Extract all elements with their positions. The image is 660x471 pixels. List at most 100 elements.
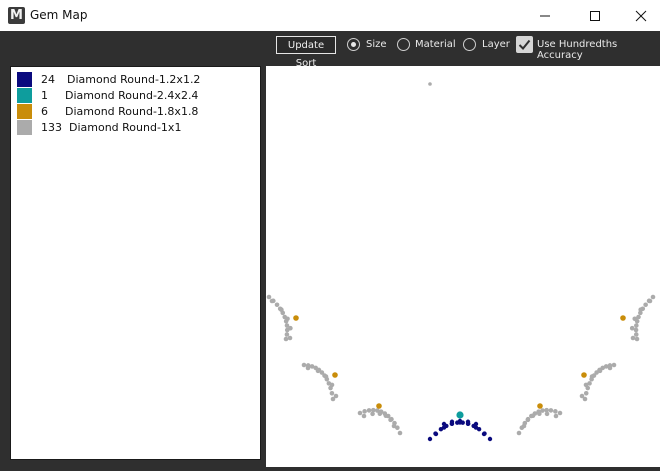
close-icon (635, 10, 647, 22)
layer-label: Layer (482, 39, 510, 50)
gem-small[interactable] (370, 411, 375, 417)
gem-small[interactable] (287, 335, 293, 341)
size-radio[interactable] (347, 38, 360, 51)
gem-medium[interactable] (620, 315, 626, 321)
gem-small[interactable] (611, 362, 617, 368)
gem-small[interactable] (629, 325, 635, 331)
gem-small[interactable] (284, 332, 290, 337)
legend-count: 133 (41, 121, 62, 134)
gem-small[interactable] (525, 417, 531, 423)
gem-small[interactable] (643, 302, 648, 308)
gem-small[interactable] (305, 365, 311, 371)
update-sort-button[interactable]: Update Sort (276, 36, 336, 69)
gem-small[interactable] (583, 390, 589, 396)
gem-medium[interactable] (581, 372, 587, 378)
legend-name: Diamond Round-2.4x2.4 (65, 89, 199, 102)
legend-count: 1 (41, 89, 48, 102)
gem-small[interactable] (548, 408, 554, 413)
gem-small[interactable] (428, 82, 432, 86)
gem-medium[interactable] (537, 403, 543, 409)
close-button[interactable] (618, 0, 660, 31)
legend-count: 6 (41, 105, 48, 118)
gem-small[interactable] (557, 410, 563, 416)
gem-small[interactable] (634, 323, 639, 328)
gem-blue[interactable] (427, 436, 433, 442)
gem-large[interactable] (456, 411, 464, 419)
gem-small[interactable] (357, 410, 363, 416)
gem-small[interactable] (634, 336, 640, 342)
gem-small[interactable] (537, 411, 542, 417)
gem-small[interactable] (516, 430, 522, 436)
app-logo-icon: M (8, 7, 25, 24)
title-bar: M Gem Map (0, 0, 660, 31)
gem-small[interactable] (544, 411, 550, 417)
gem-small[interactable] (288, 325, 293, 331)
gem-blue[interactable] (465, 419, 471, 424)
gem-small[interactable] (553, 413, 559, 419)
gem-medium[interactable] (376, 403, 382, 409)
gem-small[interactable] (279, 307, 284, 312)
gem-small[interactable] (388, 417, 393, 423)
gem-map[interactable] (266, 66, 660, 467)
gem-small[interactable] (329, 390, 335, 396)
gem-small[interactable] (266, 294, 272, 300)
gem-small[interactable] (362, 409, 367, 414)
gem-small[interactable] (650, 294, 656, 300)
gem-blue[interactable] (457, 418, 463, 424)
gem-small[interactable] (361, 413, 367, 419)
gem-small[interactable] (329, 382, 335, 388)
gem-small[interactable] (333, 393, 339, 399)
maximize-icon (590, 11, 600, 21)
legend-swatch (17, 72, 32, 87)
gem-small[interactable] (632, 316, 638, 322)
legend-swatch (17, 104, 32, 119)
layer-radio[interactable] (463, 38, 476, 51)
gem-small[interactable] (383, 413, 389, 419)
gem-blue[interactable] (433, 431, 439, 437)
legend-panel: 24 Diamond Round-1.2x1.2 1 Diamond Round… (10, 66, 261, 460)
gem-small[interactable] (589, 374, 595, 379)
gem-small[interactable] (269, 298, 275, 304)
gem-blue[interactable] (487, 436, 493, 442)
legend-count: 24 (41, 73, 55, 86)
gem-small[interactable] (285, 316, 290, 322)
gem-small[interactable] (638, 307, 643, 312)
gem-small[interactable] (397, 430, 403, 436)
gem-blue[interactable] (481, 431, 487, 437)
minimize-button[interactable] (522, 0, 568, 31)
gem-small[interactable] (323, 374, 329, 379)
gem-blue[interactable] (441, 421, 447, 427)
gem-small[interactable] (597, 368, 603, 374)
accuracy-checkbox[interactable] (516, 36, 533, 53)
gem-small[interactable] (391, 423, 397, 429)
size-label: Size (366, 39, 387, 50)
gem-medium[interactable] (293, 315, 299, 321)
gem-small[interactable] (366, 408, 372, 413)
material-label: Material (415, 39, 456, 50)
legend-name: Diamond Round-1.8x1.8 (65, 105, 199, 118)
gem-small[interactable] (579, 393, 585, 399)
legend-swatch (17, 120, 32, 135)
gem-small[interactable] (607, 365, 613, 371)
gem-small[interactable] (377, 411, 383, 417)
maximize-button[interactable] (572, 0, 618, 31)
gem-small[interactable] (630, 335, 636, 341)
gem-blue[interactable] (473, 421, 479, 427)
gem-small[interactable] (633, 332, 639, 337)
gem-small[interactable] (301, 362, 307, 368)
gem-small[interactable] (647, 298, 653, 304)
gem-small[interactable] (283, 336, 289, 342)
gem-medium[interactable] (332, 372, 338, 378)
gem-small[interactable] (521, 423, 527, 429)
gem-small[interactable] (274, 302, 280, 308)
gem-small[interactable] (530, 413, 536, 419)
gem-small[interactable] (315, 368, 321, 374)
checkmark-icon (518, 39, 531, 50)
gem-blue[interactable] (449, 419, 455, 424)
gem-small[interactable] (553, 409, 558, 414)
window-title: Gem Map (30, 8, 88, 22)
gem-small[interactable] (583, 382, 589, 388)
material-radio[interactable] (397, 38, 410, 51)
accuracy-label: Use Hundredths Accuracy (537, 39, 618, 61)
gem-map-canvas[interactable] (266, 66, 660, 467)
